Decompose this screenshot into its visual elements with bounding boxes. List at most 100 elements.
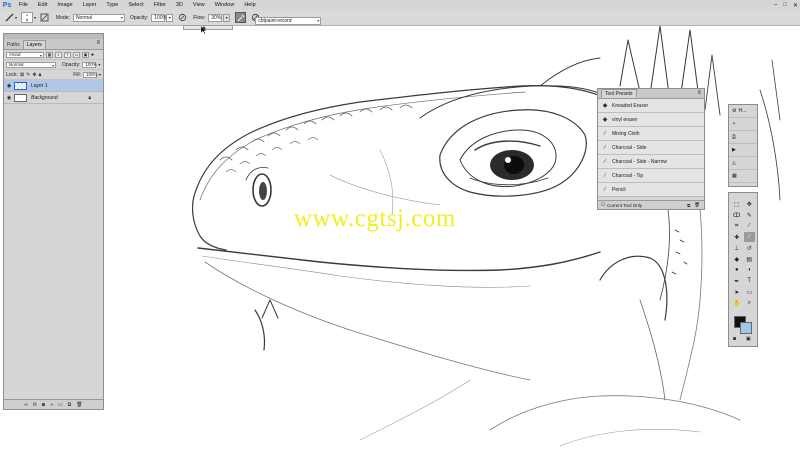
filter-smart-object-icon[interactable]: ▣ [82,51,89,58]
filter-toggle-icon[interactable]: ● [91,52,94,58]
new-preset-icon[interactable]: ⧉ [687,203,690,208]
lock-transparent-icon[interactable]: ⊠ [20,72,24,78]
filter-shape-icon[interactable]: ▭ [73,51,80,58]
preset-charcoal-side-narrow[interactable]: ∕ Charcoal - Side - Narrow [598,155,704,169]
menu-window[interactable]: Window [210,0,240,10]
current-tool-only-checkbox[interactable]: ☐ [601,202,605,208]
tab-tool-presets[interactable]: Tool Presets [601,89,637,98]
dock-navigator[interactable]: ◬ [729,157,757,170]
new-layer-icon[interactable]: ⧉ [68,402,72,408]
preset-charcoal-side[interactable]: ∕ Charcoal - Side [598,141,704,155]
zoom-tool-icon[interactable]: ⌕ [744,298,756,308]
blur-tool-icon[interactable]: ● [731,265,743,275]
lock-all-icon[interactable]: 🔒︎ [39,72,42,78]
adjustment-icon[interactable]: ◑ [50,402,53,408]
preset-vinyl-eraser[interactable]: ◆ vinyl eraser [598,113,704,127]
minimize-button[interactable]: – [774,2,777,8]
menu-file[interactable]: File [14,0,33,10]
filter-adjustment-icon[interactable]: ◐ [55,51,62,58]
fx-icon[interactable]: fx [33,402,37,408]
menu-image[interactable]: Image [52,0,77,10]
screen-mode-icon[interactable]: ▣ [746,336,751,342]
gradient-tool-icon[interactable]: ▤ [744,254,756,264]
chevron-down-icon[interactable]: ▾ [98,62,100,67]
trash-icon[interactable]: 🗑︎ [76,402,82,408]
brush-tool-preset-icon[interactable] [4,12,15,23]
layer-opacity-input[interactable]: 100% [82,61,97,68]
path-select-tool-icon[interactable]: ➤ [731,287,743,297]
panel-menu-icon[interactable]: ≡ [697,90,701,96]
crop-tool-icon[interactable]: ⌗ [731,221,743,231]
workspace-select[interactable]: cbtpaint-record ▾ [255,16,322,25]
brush-panel-toggle-icon[interactable] [39,12,50,23]
close-button[interactable]: ✕ [793,2,798,9]
quick-mask-icon[interactable]: ◙ [733,336,736,342]
opacity-input[interactable]: 100% [151,13,167,22]
marquee-tool-icon[interactable]: ⬚ [731,199,743,209]
group-icon[interactable]: ▭ [58,402,63,408]
flow-slider-toggle[interactable]: ▾ [223,13,231,22]
dock-clone-source[interactable]: ⎙ [729,131,757,144]
tab-paths[interactable]: Paths [4,41,23,49]
mask-icon[interactable]: ◙ [42,402,45,408]
eye-icon[interactable]: ◉ [4,95,14,101]
dock-history[interactable]: ⚙ H... [729,105,757,118]
eraser-tool-icon[interactable]: ◆ [731,254,743,264]
menu-3d[interactable]: 3D [171,0,188,10]
layer-fill-input[interactable]: 100% [82,71,98,78]
hand-tool-icon[interactable]: ✋ [731,298,743,308]
mode-select[interactable]: Normal ▾ [72,13,125,22]
flow-input[interactable]: 30% [208,13,223,22]
preset-pencil[interactable]: ∕ Pencil [598,183,704,197]
chevron-down-icon[interactable]: ▾ [99,72,101,77]
lasso-tool-icon[interactable]: ↀ [731,210,743,220]
opacity-slider-toggle[interactable]: ▾ [166,13,174,22]
layer-row-layer-1[interactable]: ◉ Layer 1 [4,80,103,92]
background-color-swatch[interactable] [740,322,752,334]
layer-row-background[interactable]: ◉ Background 🔒︎ [4,92,103,104]
shape-tool-icon[interactable]: ▭ [744,287,756,297]
lock-pixels-icon[interactable]: ✎ [26,72,30,78]
menu-filter[interactable]: Filter [149,0,171,10]
eyedropper-tool-icon[interactable]: ⁄ [744,221,756,231]
preset-kneaded-eraser[interactable]: ◆ Kneaded Eraser [598,99,704,113]
menu-type[interactable]: Type [101,0,123,10]
quick-select-tool-icon[interactable]: ✎ [744,210,756,220]
brush-size-picker[interactable]: ● 6 [21,12,34,23]
clone-stamp-tool-icon[interactable]: ⊥ [731,243,743,253]
chevron-down-icon[interactable]: ▾ [15,15,17,20]
eye-icon[interactable]: ◉ [4,83,14,89]
filter-pixel-icon[interactable]: ▦ [46,51,53,58]
preset-mixing-cloth[interactable]: ∕ Mixing Cloth [598,127,704,141]
type-tool-icon[interactable]: T [744,276,756,286]
opacity-label: Opacity: [129,14,149,21]
healing-brush-tool-icon[interactable]: ✚ [731,232,743,242]
link-icon[interactable]: ∞ [24,402,28,408]
trash-icon[interactable]: 🗑︎ [694,202,700,208]
menu-select[interactable]: Select [123,0,148,10]
pen-tool-icon[interactable]: ✒ [731,276,743,286]
dock-brush-presets[interactable]: ✧ [729,118,757,131]
panel-menu-icon[interactable]: ≡ [96,40,100,46]
maximize-button[interactable]: □ [783,2,787,8]
move-tool-icon[interactable]: ✥ [744,199,756,209]
menu-view[interactable]: View [188,0,210,10]
lock-position-icon[interactable]: ✥ [32,72,36,78]
fill-label: Fill: [73,71,81,78]
airbrush-icon[interactable] [235,12,247,23]
dock-actions[interactable]: ▶ [729,144,757,157]
menu-help[interactable]: Help [239,0,260,10]
menu-edit[interactable]: Edit [33,0,52,10]
chevron-down-icon[interactable]: ▾ [34,15,36,20]
history-brush-tool-icon[interactable]: ↺ [744,243,756,253]
pressure-opacity-icon[interactable] [177,12,188,23]
tab-layers[interactable]: Layers [22,40,46,49]
dodge-tool-icon[interactable]: ◖ [744,265,756,275]
layer-filter-select[interactable]: ⌕ Kind ▾ [6,51,44,58]
filter-type-icon[interactable]: T [64,51,71,58]
preset-charcoal-tip[interactable]: ∕ Charcoal - Tip [598,169,704,183]
dock-swatches[interactable]: ▦ [729,170,757,183]
brush-tool-icon[interactable]: ∕ [743,232,755,242]
blend-mode-select[interactable]: Normal ▾ [6,61,56,68]
menu-layer[interactable]: Layer [78,0,102,10]
